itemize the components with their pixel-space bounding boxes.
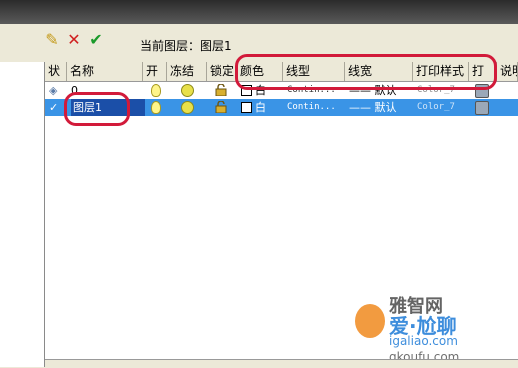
on-bulb-icon[interactable] (151, 101, 161, 114)
lock-icon[interactable] (215, 100, 227, 114)
set-current-icon[interactable]: ✔ (86, 30, 106, 50)
watermark-url-text: igaliao.com (389, 334, 458, 348)
freeze-sun-icon[interactable] (181, 84, 194, 97)
lineweight-value[interactable]: —— 默认 (349, 99, 411, 116)
delete-icon[interactable]: ✕ (64, 30, 84, 50)
columns-annotation-box (235, 54, 497, 90)
printer-icon[interactable] (475, 101, 489, 115)
watermark-logo-icon (355, 304, 385, 338)
color-name: 白 (255, 101, 266, 114)
watermark: 雅智网 爱·尬聊 igaliao.com qkoufu.com (355, 292, 515, 366)
freeze-sun-icon[interactable] (181, 101, 194, 114)
plotstyle-value: Color_7 (417, 102, 455, 112)
on-bulb-icon[interactable] (151, 84, 161, 97)
new-layer-icon[interactable]: ✎ (42, 30, 62, 50)
title-band (0, 0, 518, 24)
col-status[interactable]: 状 (45, 62, 67, 81)
col-name[interactable]: 名称 (67, 62, 143, 81)
status-icon: ◈ (49, 84, 58, 97)
col-description[interactable]: 说明 (497, 62, 518, 81)
current-check-icon: ✓ (49, 101, 59, 114)
col-freeze[interactable]: 冻结 (167, 62, 207, 81)
lock-icon[interactable] (215, 83, 227, 97)
name-annotation-box (64, 92, 130, 126)
filter-tree-panel[interactable] (0, 62, 45, 367)
current-layer-label: 当前图层：图层1 (140, 39, 232, 53)
color-swatch[interactable] (241, 102, 252, 113)
col-on[interactable]: 开 (143, 62, 167, 81)
linetype-value[interactable]: Contin... (287, 99, 343, 116)
col-lock[interactable]: 锁定 (207, 62, 237, 81)
